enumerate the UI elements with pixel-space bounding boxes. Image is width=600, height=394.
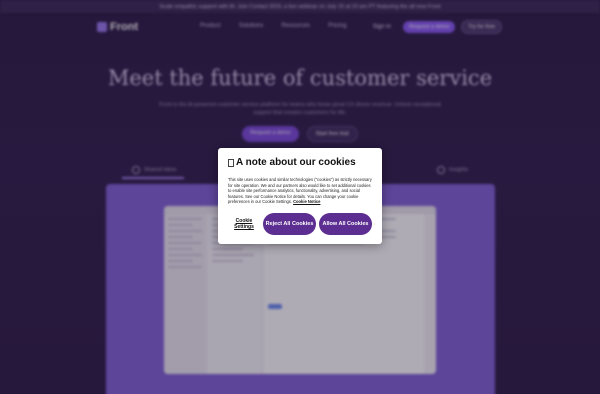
cookie-icon: [228, 158, 234, 167]
allow-all-cookies-label: Allow All Cookies: [322, 220, 369, 227]
cookie-dialog-title: A note about our cookies: [228, 157, 356, 168]
cookie-notice-link[interactable]: Cookie Notice: [293, 199, 320, 204]
cookie-dialog-body: This site uses cookies and similar techn…: [228, 177, 373, 205]
cookie-dialog-title-text: A note about our cookies: [236, 157, 356, 168]
cookie-settings-button[interactable]: Cookie Settings: [229, 218, 259, 230]
reject-all-cookies-label: Reject All Cookies: [265, 220, 314, 227]
allow-all-cookies-button[interactable]: Allow All Cookies: [319, 213, 372, 235]
reject-all-cookies-button[interactable]: Reject All Cookies: [263, 213, 316, 235]
